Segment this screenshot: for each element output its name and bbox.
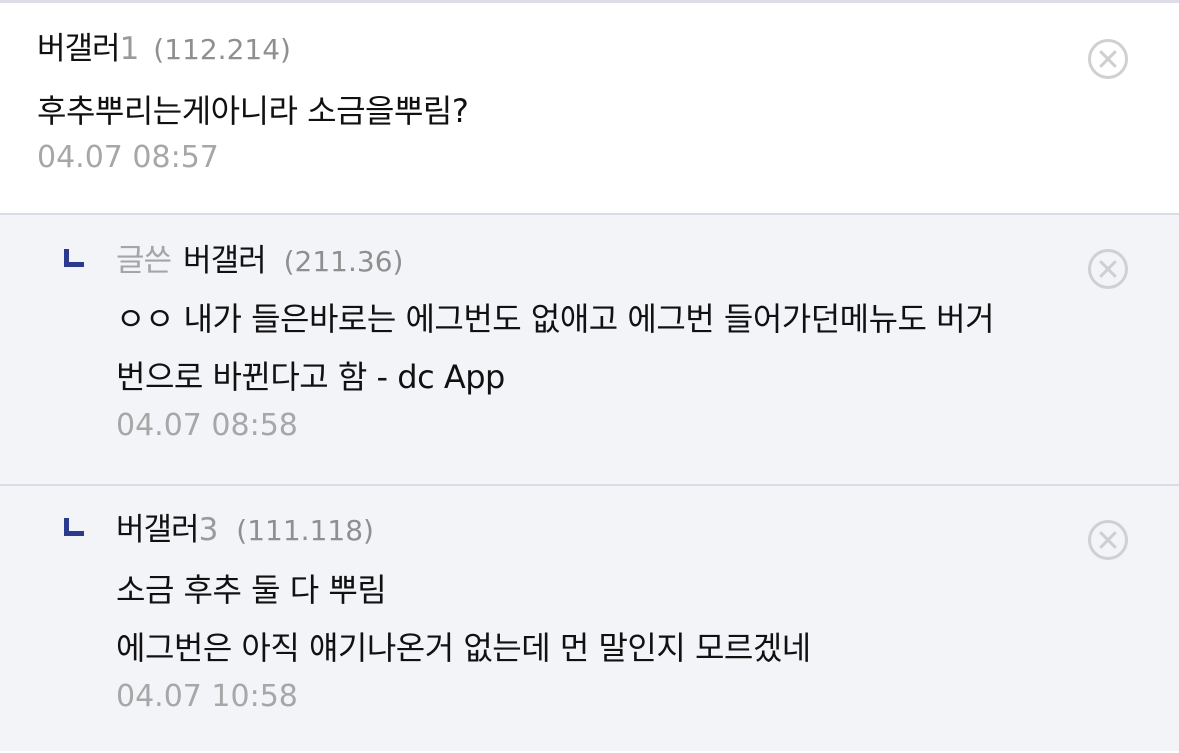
comment-text-line: 번으로 바뀐다고 함 - dc App (116, 358, 505, 396)
comment-nickname[interactable]: 버갤러 (183, 241, 267, 281)
reply-corner-icon (64, 249, 84, 267)
comment-header: 버갤러 1 (112.214) (37, 29, 1179, 70)
writer-badge: 글쓴 (116, 243, 172, 279)
comment-nickname[interactable]: 버갤러 (116, 510, 200, 550)
reply-corner-icon (64, 518, 84, 536)
reply-item: 글쓴 버갤러 (211.36) ㅇㅇ 내가 들은바로는 에그번도 없애고 에그번 … (0, 215, 1179, 486)
comment-timestamp: 04.07 08:58 (116, 408, 298, 443)
comment-text-line: ㅇㅇ 내가 들은바로는 에그번도 없애고 에그번 들어가던메뉴도 버거 (116, 300, 995, 338)
comment-text: ㅇㅇ 내가 들은바로는 에그번도 없애고 에그번 들어가던메뉴도 버거 번으로 … (116, 290, 1179, 406)
comment-ip: (112.214) (153, 33, 291, 66)
delete-comment-button[interactable] (1088, 249, 1128, 289)
comment-text: 소금 후추 둘 다 뿌림 에그번은 아직 얘기나온거 없는데 먼 말인지 모르겠… (116, 561, 1179, 677)
comment-ip: (111.118) (236, 514, 374, 547)
comment-nickname-number: 1 (119, 31, 140, 67)
comment-timestamp: 04.07 10:58 (116, 679, 298, 714)
comment-item: 버갤러 1 (112.214) 후추뿌리는게아니라 소금을뿌림? 04.07 08… (0, 3, 1179, 215)
delete-comment-button[interactable] (1088, 39, 1128, 79)
comment-nickname[interactable]: 버갤러 (37, 29, 121, 69)
reply-item: 버갤러 3 (111.118) 소금 후추 둘 다 뿌림 에그번은 아직 얘기나온… (0, 486, 1179, 751)
comment-text: 후추뿌리는게아니라 소금을뿌림? (37, 82, 1179, 140)
comment-ip: (211.36) (283, 245, 404, 278)
comment-text-line: 에그번은 아직 얘기나온거 없는데 먼 말인지 모르겠네 (116, 629, 811, 667)
comment-timestamp: 04.07 08:57 (37, 140, 219, 175)
comment-header: 글쓴 버갤러 (211.36) (116, 241, 1179, 282)
comment-nickname-number: 3 (198, 512, 219, 548)
delete-comment-button[interactable] (1088, 520, 1128, 560)
comment-text-line: 후추뿌리는게아니라 소금을뿌림? (37, 92, 469, 130)
comment-header: 버갤러 3 (111.118) (116, 510, 1179, 551)
comment-text-line: 소금 후추 둘 다 뿌림 (116, 571, 387, 609)
